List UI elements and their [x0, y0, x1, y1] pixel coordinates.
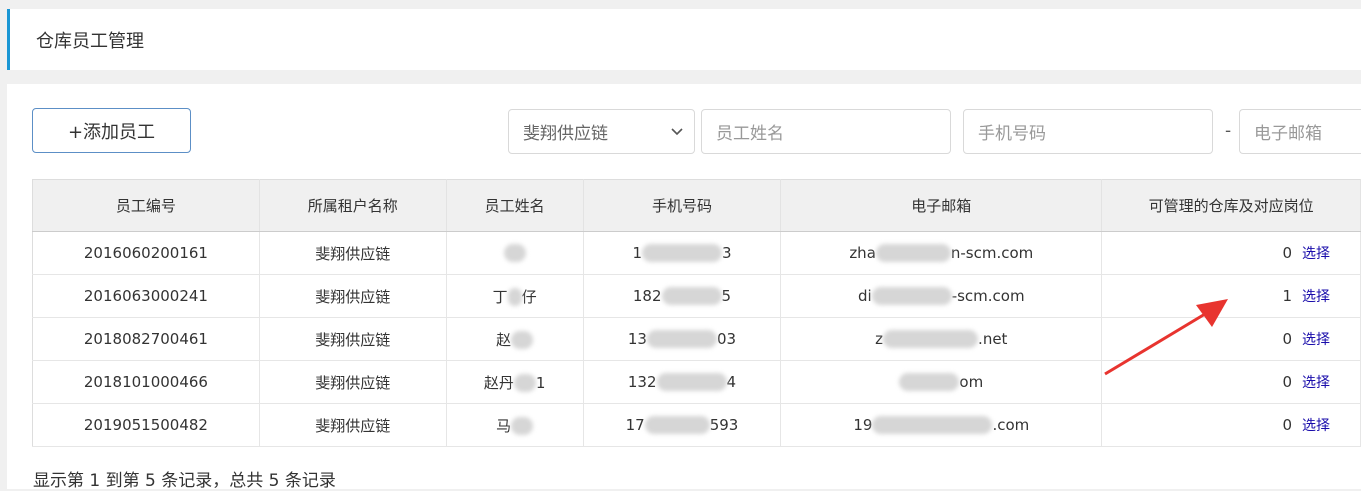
- email-text-end: .com: [992, 415, 1030, 434]
- cell-email: di -scm.com: [780, 274, 1103, 318]
- header-tenant[interactable]: 所属租户名称: [259, 179, 447, 232]
- phone-text: 17: [625, 415, 645, 434]
- cell-employee-id: 2016063000241: [32, 274, 260, 318]
- email-text: 19: [853, 415, 873, 434]
- range-dash: -: [1225, 121, 1232, 141]
- phone-text: 1: [632, 243, 642, 262]
- warehouse-count: 0: [1282, 416, 1292, 434]
- header-name[interactable]: 员工姓名: [446, 179, 584, 232]
- cell-employee-id: 2018082700461: [32, 317, 260, 361]
- phone-text: 132: [627, 372, 657, 391]
- phone-text: 13: [627, 329, 647, 348]
- employee-table: 员工编号 所属租户名称 员工姓名 手机号码 电子邮箱 可管理的仓库及对应岗位 2…: [32, 179, 1361, 447]
- email-input[interactable]: 电子邮箱: [1239, 109, 1361, 154]
- cell-tenant: 斐翔供应链: [259, 274, 447, 318]
- cell-email: om: [780, 360, 1103, 404]
- phone-text: 182: [632, 286, 662, 305]
- table-row: 2019051500482 斐翔供应链 马 17 593 19 .com 0 选择: [32, 403, 1361, 447]
- cell-name: 马: [446, 403, 584, 447]
- name-text: 赵丹: [483, 373, 514, 392]
- cell-name: 赵: [446, 317, 584, 361]
- warehouse-count: 1: [1282, 287, 1292, 305]
- phone-text-end: 03: [716, 329, 737, 348]
- tenant-select[interactable]: 斐翔供应链: [508, 109, 695, 154]
- cell-warehouse: 0 选择: [1101, 317, 1361, 361]
- select-link[interactable]: 选择: [1302, 289, 1330, 305]
- cell-employee-id: 2016060200161: [32, 231, 260, 275]
- table-header-row: 员工编号 所属租户名称 员工姓名 手机号码 电子邮箱 可管理的仓库及对应岗位: [32, 179, 1361, 232]
- cell-email: 19 .com: [780, 403, 1103, 447]
- header-email[interactable]: 电子邮箱: [780, 179, 1103, 232]
- cell-employee-id: 2019051500482: [32, 403, 260, 447]
- phone-text-end: 5: [721, 286, 732, 305]
- add-employee-button[interactable]: +添加员工: [32, 108, 191, 153]
- name-text-end: 1: [535, 373, 546, 392]
- tenant-select-value: 斐翔供应链: [523, 124, 608, 144]
- phone-input[interactable]: 手机号码: [963, 109, 1213, 154]
- name-input[interactable]: 员工姓名: [701, 109, 951, 154]
- email-text-end: om: [959, 372, 984, 391]
- email-text: z: [875, 329, 884, 348]
- cell-warehouse: 0 选择: [1101, 403, 1361, 447]
- cell-tenant: 斐翔供应链: [259, 231, 447, 275]
- table-row: 2018101000466 斐翔供应链 赵丹 1 132 4 om 0 选择: [32, 360, 1361, 404]
- cell-warehouse: 0 选择: [1101, 360, 1361, 404]
- warehouse-count: 0: [1282, 244, 1292, 262]
- header-employee-id[interactable]: 员工编号: [32, 179, 260, 232]
- cell-warehouse: 1 选择: [1101, 274, 1361, 318]
- table-row: 2016060200161 斐翔供应链 13 zha n-scm.com 0 选择: [32, 231, 1361, 275]
- header-warehouse[interactable]: 可管理的仓库及对应岗位: [1101, 179, 1361, 232]
- cell-phone: 132 4: [583, 360, 782, 404]
- email-text: di: [858, 286, 872, 305]
- email-text-end: -scm.com: [951, 286, 1025, 305]
- select-link[interactable]: 选择: [1302, 375, 1330, 391]
- cell-phone: 17 593: [583, 403, 782, 447]
- cell-email: z .net: [780, 317, 1103, 361]
- page-title: 仓库员工管理: [36, 31, 144, 52]
- cell-name: 赵丹 1: [446, 360, 584, 404]
- email-text-end: .net: [978, 329, 1008, 348]
- header-phone[interactable]: 手机号码: [583, 179, 782, 232]
- name-text: 马: [496, 416, 512, 435]
- cell-tenant: 斐翔供应链: [259, 317, 447, 361]
- pagination-summary: 显示第 1 到第 5 条记录，总共 5 条记录: [33, 471, 336, 491]
- cell-phone: 182 5: [583, 274, 782, 318]
- page-header: 仓库员工管理: [7, 9, 1361, 70]
- name-text: 赵: [496, 330, 512, 349]
- cell-phone: 13 03: [583, 317, 782, 361]
- warehouse-count: 0: [1282, 373, 1292, 391]
- select-link[interactable]: 选择: [1302, 246, 1330, 262]
- name-text: 丁: [492, 287, 508, 306]
- name-text-end: 仔: [521, 287, 537, 306]
- cell-tenant: 斐翔供应链: [259, 403, 447, 447]
- cell-name: [446, 231, 584, 275]
- cell-email: zha n-scm.com: [780, 231, 1103, 275]
- phone-text-end: 3: [721, 243, 732, 262]
- cell-phone: 13: [583, 231, 782, 275]
- email-text: zha: [849, 243, 876, 262]
- select-link[interactable]: 选择: [1302, 332, 1330, 348]
- cell-warehouse: 0 选择: [1101, 231, 1361, 275]
- chevron-down-icon: [671, 128, 683, 136]
- cell-name: 丁仔: [446, 274, 584, 318]
- table-row: 2016063000241 斐翔供应链 丁仔 182 5 di -scm.com 1…: [32, 274, 1361, 318]
- warehouse-count: 0: [1282, 330, 1292, 348]
- cell-employee-id: 2018101000466: [32, 360, 260, 404]
- phone-text-end: 4: [726, 372, 737, 391]
- table-row: 2018082700461 斐翔供应链 赵 13 03 z .net 0 选择: [32, 317, 1361, 361]
- select-link[interactable]: 选择: [1302, 418, 1330, 434]
- phone-text-end: 593: [709, 415, 739, 434]
- email-text-end: n-scm.com: [950, 243, 1034, 262]
- cell-tenant: 斐翔供应链: [259, 360, 447, 404]
